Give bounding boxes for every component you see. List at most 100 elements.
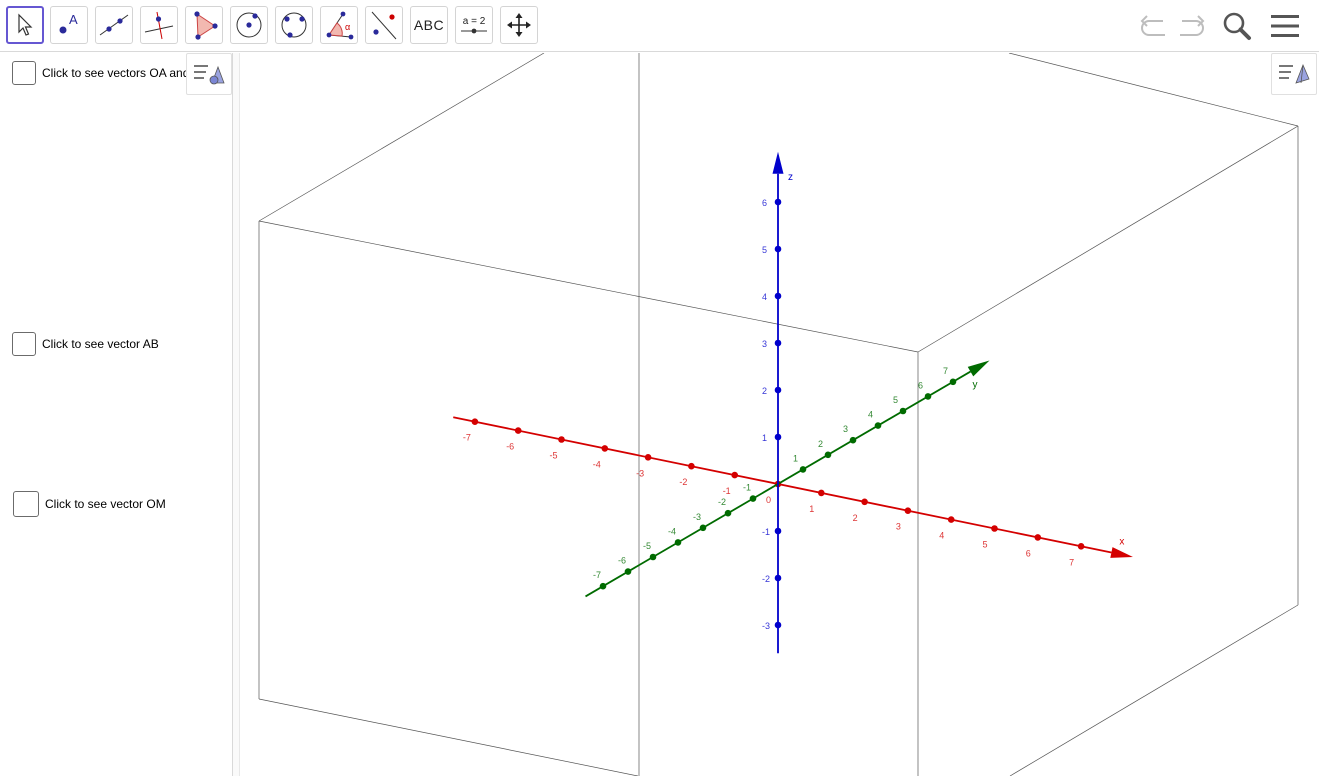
text-tool-button[interactable]: ABC [410,6,448,44]
x-tick-label: -1 [723,486,731,496]
checkbox-vector-om[interactable] [13,491,39,517]
x-tick-label: 3 [896,522,901,532]
z-tick-mark [774,386,782,394]
angle-icon: α [326,11,354,40]
x-tick-label: 2 [853,513,858,523]
x-tick-mark [601,445,609,452]
x-tick-label: 1 [809,504,814,514]
reflect-tool-button[interactable] [365,6,403,44]
y-tick-label: 2 [818,439,823,449]
axes-layer: -7-6-5-4-3-2-101234567x-7-6-5-4-3-2-1123… [453,151,1133,654]
x-tick-mark [471,418,479,426]
z-tick-label: 6 [762,198,767,208]
z-tick-label: -2 [762,574,770,584]
move-tool-button[interactable] [6,6,44,44]
checkbox-row-ab[interactable]: Click to see vector AB [12,332,159,356]
z-tick-mark [774,245,782,253]
x-tick-label: -3 [636,468,644,478]
toolbar: A α ABC a = 2 [0,0,1319,52]
checkbox-row-oa-ob[interactable]: Click to see vectors OA and OB [12,61,210,85]
y-tick-label: -1 [743,483,751,493]
y-tick-label: 4 [868,410,873,420]
z-tick-label: 3 [762,339,767,349]
redo-button[interactable] [1175,10,1207,42]
x-tick-mark [731,471,738,479]
x-tick-mark [1077,543,1085,550]
move-view-tool-button[interactable] [500,6,538,44]
slider-icon: a = 2 [460,16,488,35]
slider-track [461,28,487,33]
z-tick-label: 5 [762,245,767,255]
polygon-tool-button[interactable] [185,6,223,44]
slider-tool-button[interactable]: a = 2 [455,6,493,44]
algebra-style-bar-button[interactable] [186,53,232,95]
search-button[interactable] [1221,10,1253,42]
z-tick-mark [774,339,782,347]
perpendicular-line-icon [144,11,174,40]
line-icon [99,14,129,36]
polygon-icon [194,11,218,40]
y-tick-mark [899,407,907,415]
y-tick-mark [749,495,757,502]
z-tick-mark [774,574,782,582]
perpendicular-line-tool-button[interactable] [140,6,178,44]
checkbox-label-om: Click to see vector OM [45,497,166,511]
x-tick-label: 0 [766,495,771,505]
y-tick-label: -4 [668,526,676,536]
x-tick-label: -4 [593,459,601,469]
z-tick-label: 4 [762,292,767,302]
circle-three-points-tool-button[interactable] [275,6,313,44]
x-tick-label: -2 [679,477,687,487]
y-tick-label: -2 [718,497,726,507]
circle-center-point-icon [236,12,262,38]
menu-button[interactable] [1269,10,1301,42]
y-tick-mark [799,466,807,473]
z-axis-arrow [772,151,784,174]
x-axis-arrow [1110,547,1133,558]
search-icon [1223,12,1251,40]
move-graphics-view-icon [507,13,531,37]
x-tick-label: -5 [550,451,558,461]
z-tick-mark [774,527,782,535]
graphics-style-bar-button[interactable] [1271,53,1317,95]
x-tick-mark [904,507,912,514]
graphics-3d-canvas[interactable]: -7-6-5-4-3-2-101234567x-7-6-5-4-3-2-1123… [240,53,1319,776]
line-tool-button[interactable] [95,6,133,44]
undo-icon [1140,15,1165,36]
hamburger-menu-icon [1271,15,1299,37]
y-tick-mark [674,539,682,546]
point-tool-button[interactable]: A [50,6,88,44]
y-tick-mark [924,393,932,400]
x-axis-name: x [1119,537,1124,548]
panel-divider[interactable] [232,53,240,776]
x-tick-label: -6 [506,442,514,452]
x-tick-mark [861,498,868,506]
circle-center-tool-button[interactable] [230,6,268,44]
y-tick-label: 7 [943,366,948,376]
x-tick-mark [1034,534,1042,541]
y-tick-mark [599,582,607,590]
point-icon: A [59,12,78,34]
y-tick-label: 6 [918,380,923,390]
z-axis-name: z [788,172,793,183]
undo-button[interactable] [1138,10,1170,42]
graphics-3d-view[interactable]: -7 -6 -5 -4 -3 -2 -1 0 1 2 3 4 5 6 7 x -7 -6 -5 -4 -3 -2 -1 1 2 3… [240,53,1319,776]
algebra-view: Click to see vectors OA and OB Click to … [0,53,233,776]
x-tick-mark [558,436,565,443]
reflect-about-line-icon [371,11,397,40]
x-tick-label: 6 [1026,548,1031,558]
slider-label: a = 2 [462,15,486,27]
angle-tool-button[interactable]: α [320,6,358,44]
checkbox-vector-ab[interactable] [12,332,36,356]
z-tick-label: 1 [762,433,767,443]
z-tick-label: 2 [762,386,767,396]
style-bar-icon [1279,63,1310,84]
y-tick-mark [649,553,657,561]
move-arrow-icon [18,13,33,36]
checkbox-row-om[interactable]: Click to see vector OM [13,491,166,517]
redo-icon [1180,15,1205,36]
x-tick-mark [644,454,652,461]
checkbox-label-ab: Click to see vector AB [42,337,159,351]
checkbox-vectors-oa-ob[interactable] [12,61,36,85]
y-tick-mark [874,422,882,429]
